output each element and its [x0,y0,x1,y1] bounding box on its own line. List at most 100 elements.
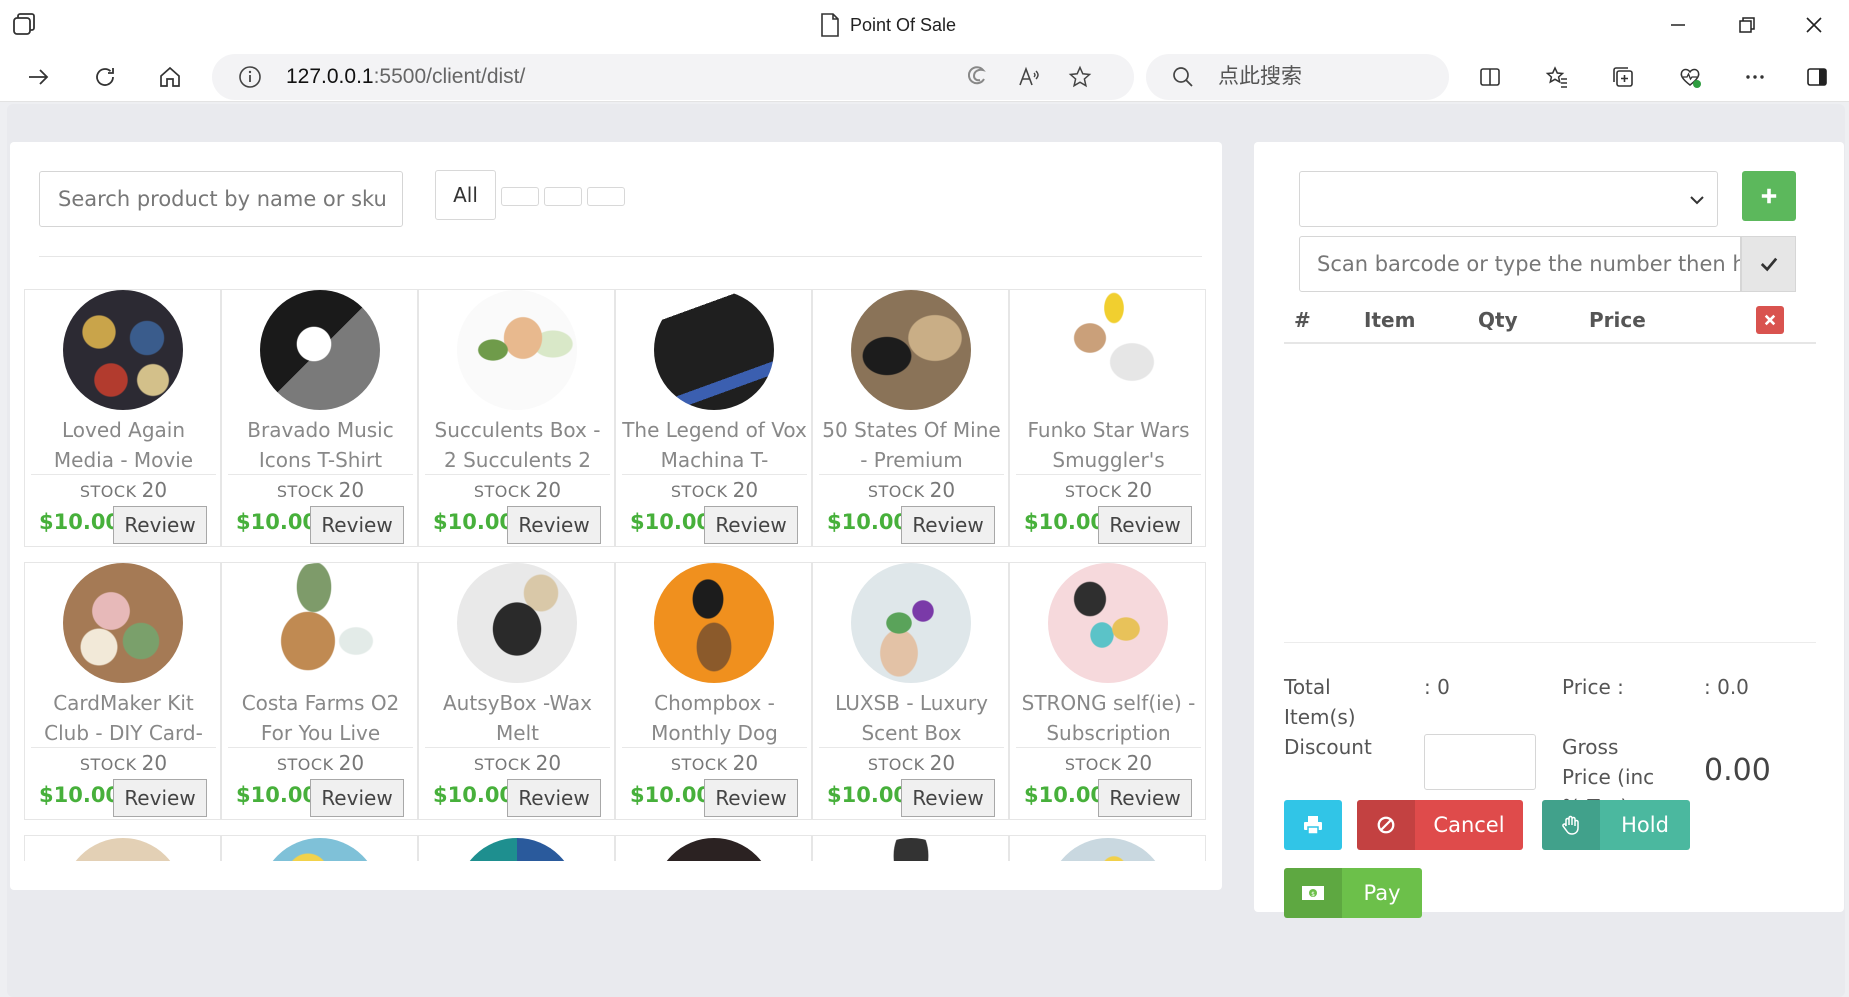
customer-select[interactable] [1299,171,1718,227]
stock-label: STOCK [867,755,925,774]
clear-cart-button[interactable] [1756,306,1784,334]
stock-label: STOCK [867,482,925,501]
product-name: 50 States Of Mine - Premium [819,415,1004,475]
product-search-input[interactable]: Search product by name or sku [39,171,403,227]
ban-icon [1357,800,1415,850]
pay-button[interactable]: $ Pay [1284,868,1422,918]
tab-actions-icon[interactable] [10,11,38,39]
hold-button[interactable]: Hold [1542,800,1690,850]
discount-input[interactable] [1424,734,1536,790]
product-card-partial[interactable] [812,835,1009,861]
sidebar-toggle-button[interactable] [1797,58,1837,96]
review-button[interactable]: Review [704,779,798,817]
product-card[interactable]: The Legend of Vox Machina T- STOCK 20 $1… [615,289,812,547]
product-card[interactable]: Chompbox - Monthly Dog STOCK 20 $10.00 R… [615,562,812,820]
product-price: $10.00 [1024,783,1106,807]
review-button[interactable]: Review [310,779,404,817]
product-card[interactable]: AutsyBox -Wax Melt STOCK 20 $10.00 Revie… [418,562,615,820]
product-price: $10.00 [630,783,712,807]
info-icon[interactable] [238,65,262,89]
print-icon [1284,800,1342,850]
divider [1284,642,1816,643]
review-button[interactable]: Review [507,779,601,817]
browser-essentials-button[interactable] [1670,58,1710,96]
category-all-button[interactable]: All [435,170,496,220]
collections-button[interactable] [1603,58,1643,96]
product-card[interactable]: CardMaker Kit Club - DIY Card- STOCK 20 … [24,562,221,820]
review-button[interactable]: Review [1098,779,1192,817]
product-card[interactable]: Bravado Music Icons T-Shirt STOCK 20 $10… [221,289,418,547]
column-item: Item [1364,308,1416,332]
review-button[interactable]: Review [310,506,404,544]
close-icon [1764,314,1776,326]
product-image [654,563,774,683]
price-value: : 0.0 [1704,675,1749,699]
cart-panel: Scan barcode or type the number then hi … [1254,142,1844,918]
heart-pulse-icon [1680,68,1701,88]
product-card[interactable]: STRONG self(ie) - Subscription STOCK 20 … [1009,562,1206,820]
minimize-button[interactable] [1660,8,1696,42]
more-button[interactable] [1735,58,1775,96]
price-label: Price : [1562,675,1624,699]
product-card-partial[interactable] [615,835,812,861]
review-button[interactable]: Review [1098,506,1192,544]
category-button[interactable] [501,187,539,206]
restore-button[interactable] [1729,8,1765,42]
barcode-submit-button[interactable] [1741,236,1796,292]
product-card[interactable]: 50 States Of Mine - Premium STOCK 20 $10… [812,289,1009,547]
barcode-input[interactable]: Scan barcode or type the number then hi [1299,236,1741,292]
category-button[interactable] [544,187,582,206]
product-card-partial[interactable] [221,835,418,861]
stock-label: STOCK [670,482,728,501]
product-card[interactable]: Funko Star Wars Smuggler's STOCK 20 $10.… [1009,289,1206,547]
reload-button[interactable] [85,58,125,96]
review-button[interactable]: Review [507,506,601,544]
category-button[interactable] [587,187,625,206]
product-card[interactable]: Succulents Box - 2 Succulents 2 STOCK 20… [418,289,615,547]
close-window-button[interactable] [1796,8,1832,42]
product-image [1048,838,1168,861]
review-button[interactable]: Review [704,506,798,544]
review-button[interactable]: Review [113,506,207,544]
favorites-button[interactable] [1537,58,1577,96]
product-image [457,563,577,683]
product-card-partial[interactable] [24,835,221,861]
review-button[interactable]: Review [113,779,207,817]
review-button[interactable]: Review [901,779,995,817]
split-screen-button[interactable] [1470,58,1510,96]
edge-copilot-icon[interactable] [964,65,988,89]
product-image [851,838,971,861]
home-button[interactable] [150,58,190,96]
product-image [63,838,183,861]
stock-label: STOCK [1064,755,1122,774]
product-price: $10.00 [433,510,515,534]
product-card-partial[interactable] [1009,835,1206,861]
product-image [63,563,183,683]
stock-qty: 20 [338,751,365,775]
stock-info: STOCK 20 [419,478,614,502]
document-icon [821,13,839,37]
svg-text:$: $ [1311,891,1315,898]
url-text[interactable]: 127.0.0.1:5500/client/dist/ [286,54,525,100]
product-card[interactable]: Costa Farms O2 For You Live STOCK 20 $10… [221,562,418,820]
close-icon [1806,17,1822,33]
stock-label: STOCK [473,755,531,774]
review-button[interactable]: Review [901,506,995,544]
product-card[interactable]: Loved Again Media - Movie STOCK 20 $10.0… [24,289,221,547]
stock-label: STOCK [79,482,137,501]
address-bar[interactable]: 127.0.0.1:5500/client/dist/ [212,54,1134,100]
browser-search-box[interactable]: 点此搜索 [1146,54,1449,100]
cancel-button[interactable]: Cancel [1357,800,1523,850]
add-customer-button[interactable] [1742,171,1796,221]
forward-button[interactable] [18,58,58,96]
stock-qty: 20 [929,751,956,775]
read-aloud-icon[interactable] [1017,65,1041,89]
print-button[interactable] [1284,800,1342,850]
stock-label: STOCK [1064,482,1122,501]
product-card[interactable]: LUXSB - Luxury Scent Box STOCK 20 $10.00… [812,562,1009,820]
favorite-star-icon[interactable] [1068,65,1092,89]
product-image [260,838,380,861]
products-panel: Search product by name or sku All Loved … [10,142,1222,890]
stock-label: STOCK [670,755,728,774]
product-card-partial[interactable] [418,835,615,861]
